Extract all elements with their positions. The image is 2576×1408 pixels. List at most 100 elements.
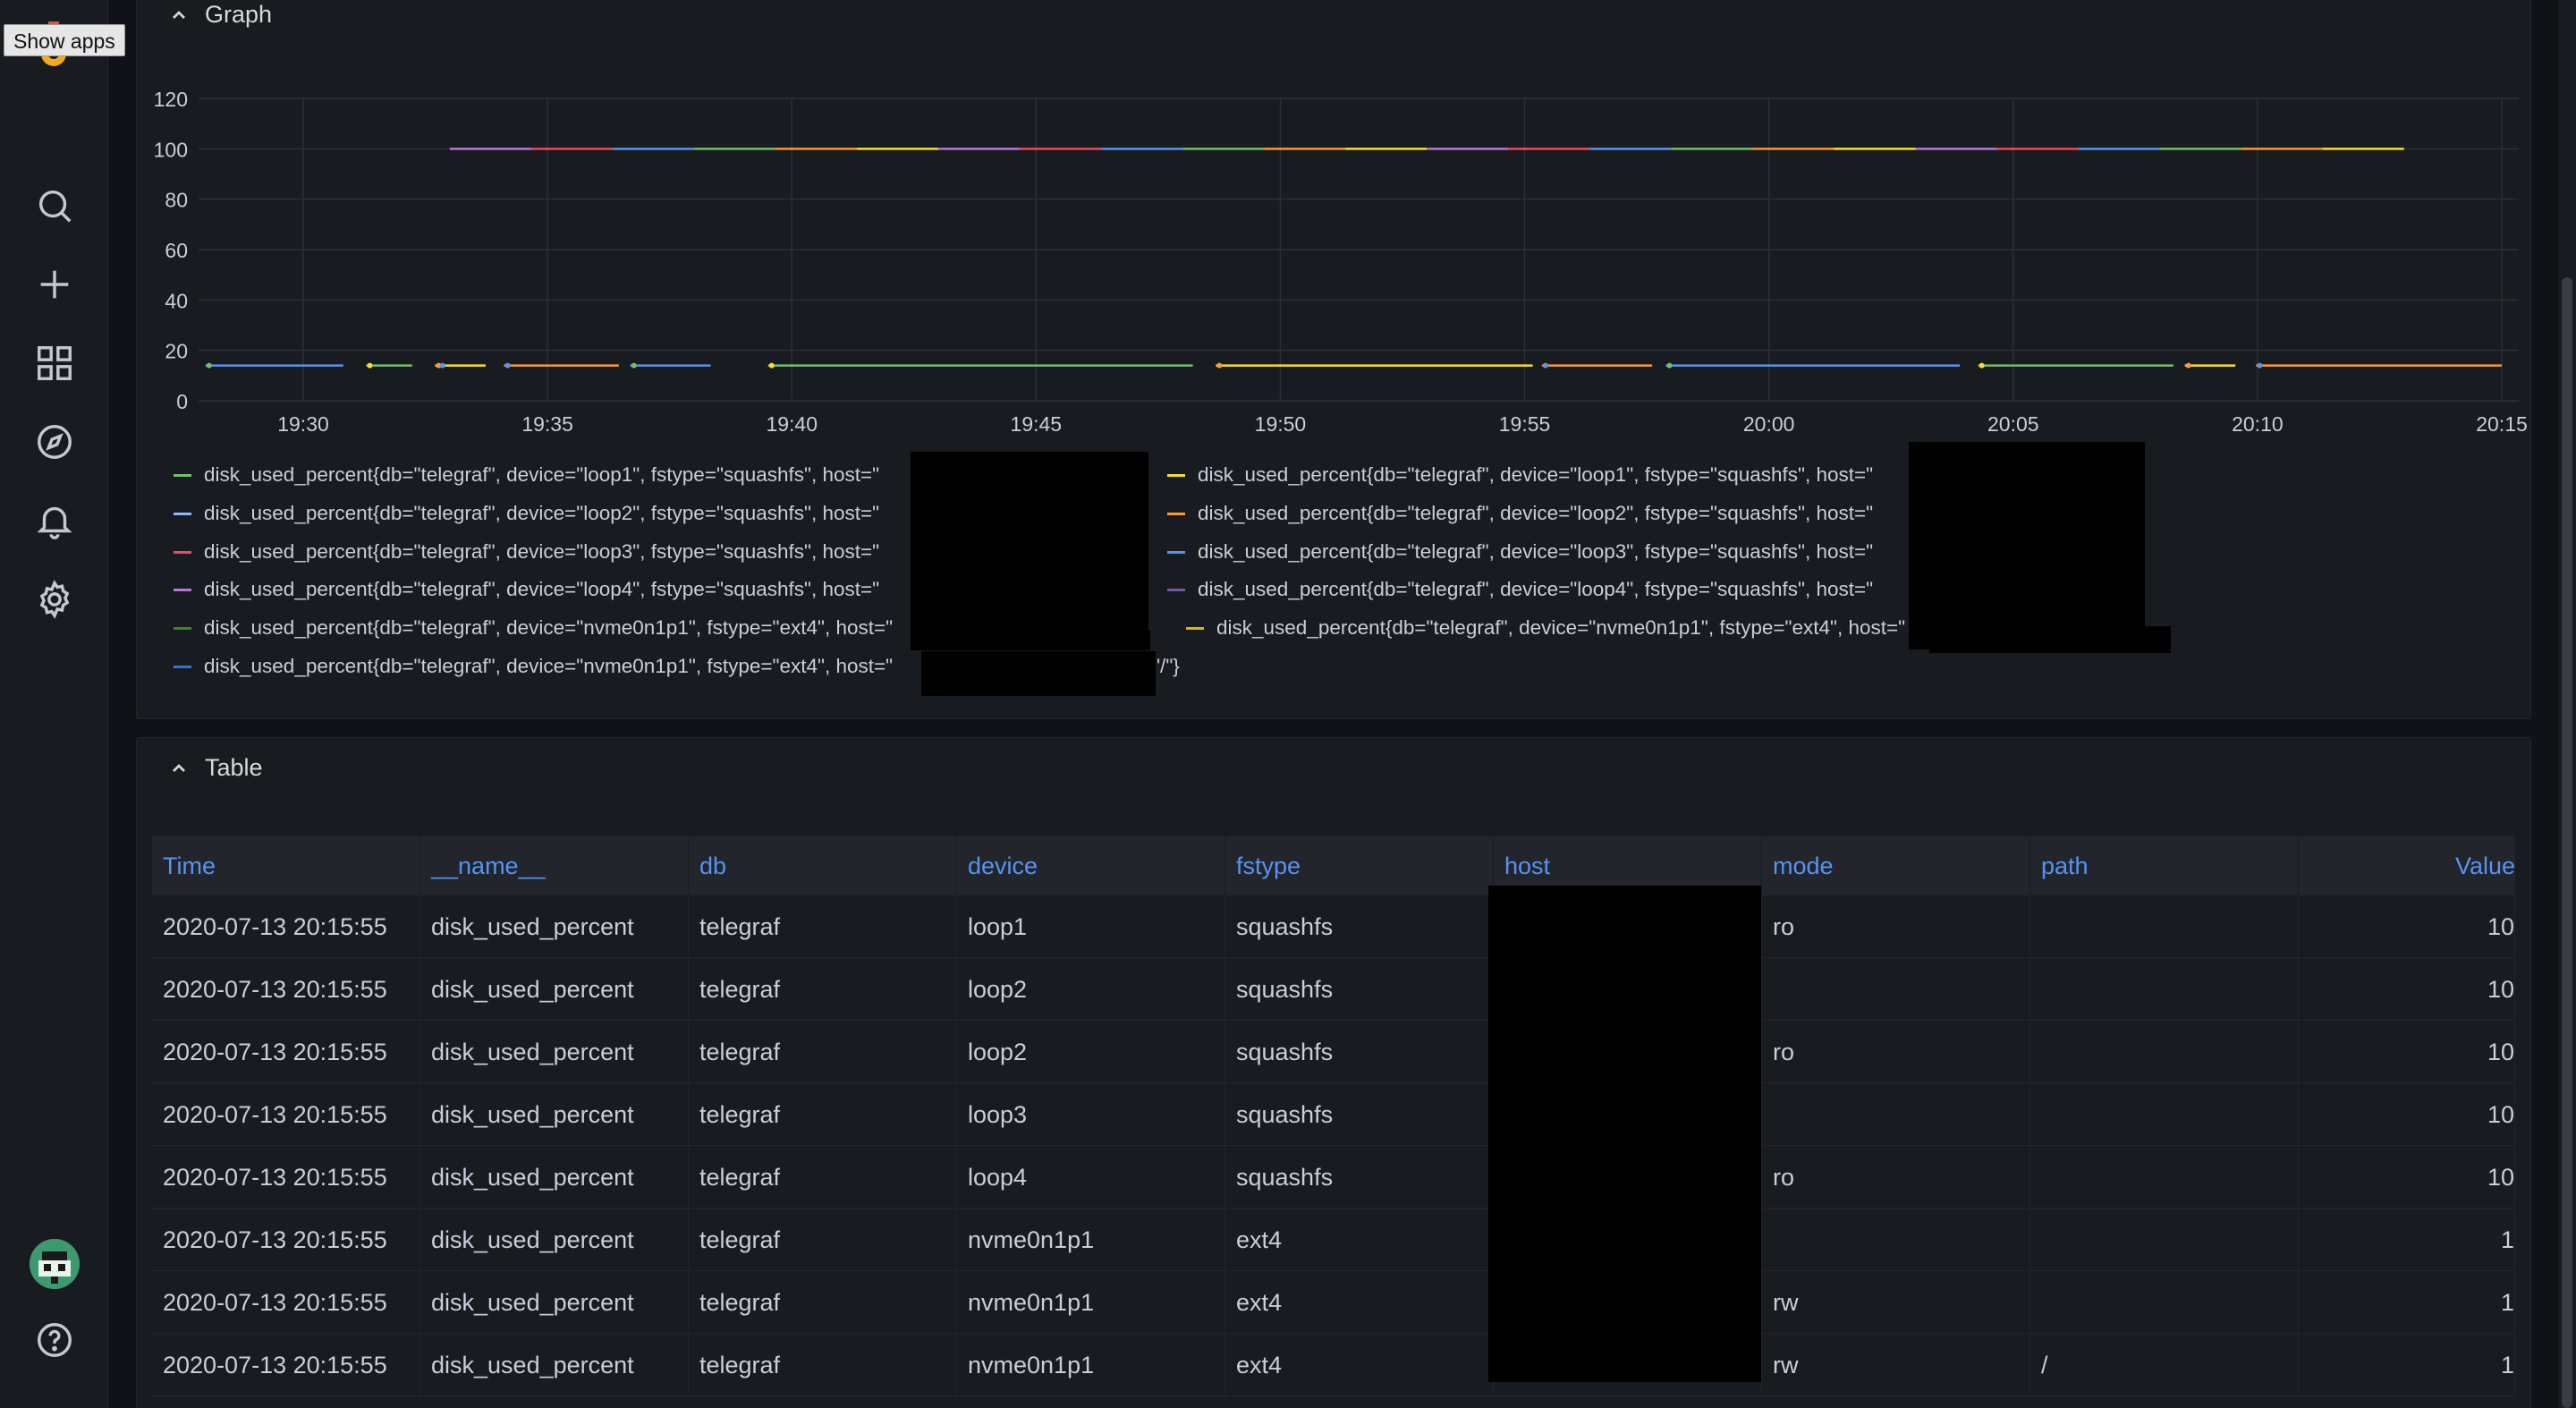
- legend-item[interactable]: disk_used_percent{db="telegraf", device=…: [1167, 461, 1873, 489]
- legend-label: disk_used_percent{db="telegraf", device=…: [1198, 540, 1874, 563]
- y-tick-label: 60: [165, 239, 188, 262]
- table-cell: disk_used_percent: [420, 1271, 689, 1334]
- y-tick-label: 100: [154, 138, 188, 161]
- table-cell: disk_used_percent: [420, 1209, 689, 1271]
- column-header-fstype[interactable]: fstype: [1225, 836, 1494, 895]
- table-cell: [2030, 1271, 2299, 1334]
- alert-bell-icon[interactable]: [32, 498, 77, 543]
- column-header-path[interactable]: path: [2030, 836, 2299, 895]
- legend-swatch: [174, 512, 191, 515]
- table-cell: [2030, 895, 2299, 958]
- table-cell: ext4: [1225, 1209, 1494, 1271]
- legend-swatch: [174, 473, 191, 477]
- table-cell: /: [2030, 1334, 2299, 1396]
- table-cell: 2020-07-13 20:15:55: [152, 895, 420, 958]
- table-row[interactable]: 2020-07-13 20:15:55 disk_used_percent tele…: [152, 1271, 2515, 1334]
- legend-swatch: [1167, 512, 1185, 515]
- redacted-host: [921, 651, 1156, 696]
- table-row[interactable]: 2020-07-13 20:15:55 disk_used_percent tele…: [152, 1021, 2515, 1083]
- table-cell: 1: [2299, 1334, 2515, 1396]
- table-cell: ro: [1762, 895, 2030, 958]
- table-cell: disk_used_percent: [420, 895, 689, 958]
- series-point: [504, 362, 511, 369]
- x-tick-label: 20:15: [2476, 412, 2528, 436]
- table-row[interactable]: 2020-07-13 20:15:55 disk_used_percent tele…: [152, 1146, 2515, 1209]
- legend-item[interactable]: disk_used_percent{db="telegraf", device=…: [174, 614, 893, 642]
- scrollbar-thumb[interactable]: [2562, 277, 2572, 1408]
- table-header: Time __name__ db device fstype host mode path Va…: [152, 836, 2515, 895]
- legend-label: disk_used_percent{db="telegraf", device=…: [204, 540, 880, 563]
- table-cell: [2030, 1021, 2299, 1083]
- legend-item[interactable]: disk_used_percent{db="telegraf", device=…: [1167, 538, 1873, 566]
- help-icon[interactable]: [32, 1318, 77, 1362]
- legend-item[interactable]: disk_used_percent{db="telegraf", device=…: [1167, 575, 1873, 604]
- table-row-header[interactable]: Table: [171, 754, 263, 782]
- x-tick-label: 19:30: [277, 412, 329, 436]
- x-tick-label: 20:00: [1743, 412, 1795, 436]
- legend-item[interactable]: disk_used_percent{db="telegraf", device=…: [174, 652, 893, 681]
- series-point: [2257, 362, 2263, 369]
- table-cell: 10: [2299, 958, 2515, 1021]
- redacted-host: [1929, 626, 2171, 653]
- table-cell: ro: [1762, 1021, 2030, 1083]
- legend-item[interactable]: disk_used_percent{db="telegraf", device=…: [1186, 614, 1905, 642]
- table-cell: [1762, 1209, 2030, 1271]
- graph-chart[interactable]: 0 20 40 60 80 100 120 19:30 19:35 19:40 19:45 19:50…: [0, 0, 2576, 465]
- table-row[interactable]: 2020-07-13 20:15:55 disk_used_percent tele…: [152, 1334, 2515, 1396]
- table-cell: telegraf: [689, 1209, 957, 1271]
- legend-label: disk_used_percent{db="telegraf", device=…: [204, 655, 894, 677]
- table-cell: loop2: [957, 1021, 1225, 1083]
- series-point: [1542, 362, 1548, 369]
- table-row[interactable]: 2020-07-13 20:15:55 disk_used_percent tele…: [152, 958, 2515, 1021]
- legend-item[interactable]: disk_used_percent{db="telegraf", device=…: [174, 575, 879, 604]
- table-cell: [1762, 958, 2030, 1021]
- series-point: [1979, 362, 1985, 369]
- table-cell: squashfs: [1225, 1146, 1494, 1209]
- column-header-time[interactable]: Time: [152, 836, 420, 895]
- table-cell: ext4: [1225, 1334, 1494, 1396]
- table-cell: squashfs: [1225, 895, 1494, 958]
- legend-item[interactable]: disk_used_percent{db="telegraf", device=…: [174, 461, 879, 489]
- legend-swatch: [174, 550, 191, 554]
- column-header-device[interactable]: device: [957, 836, 1225, 895]
- table-row[interactable]: 2020-07-13 20:15:55 disk_used_percent tele…: [152, 895, 2515, 958]
- table-cell: 1: [2299, 1271, 2515, 1334]
- table-cell: 1: [2299, 1209, 2515, 1271]
- redacted-host-column: [1488, 886, 1761, 1382]
- table-cell: telegraf: [689, 958, 957, 1021]
- column-header-mode[interactable]: mode: [1762, 836, 2030, 895]
- y-tick-label: 80: [165, 189, 188, 212]
- table-cell: loop3: [957, 1083, 1225, 1146]
- legend-label: disk_used_percent{db="telegraf", device=…: [1216, 616, 1906, 639]
- table-cell: 2020-07-13 20:15:55: [152, 1209, 420, 1271]
- user-avatar[interactable]: [30, 1239, 80, 1289]
- legend-label: disk_used_percent{db="telegraf", device=…: [204, 578, 880, 600]
- redacted-host: [911, 631, 1150, 650]
- y-tick-label: 120: [154, 88, 188, 111]
- graph-legend: disk_used_percent{db="telegraf", device=…: [174, 461, 2553, 693]
- gear-icon[interactable]: [32, 577, 77, 622]
- table-cell: disk_used_percent: [420, 1083, 689, 1146]
- table-cell: ext4: [1225, 1271, 1494, 1334]
- redacted-host: [1909, 442, 2145, 649]
- legend-item[interactable]: disk_used_percent{db="telegraf", device=…: [174, 538, 879, 566]
- table-cell: disk_used_percent: [420, 1021, 689, 1083]
- table-row[interactable]: 2020-07-13 20:15:55 disk_used_percent tele…: [152, 1209, 2515, 1271]
- table-cell: squashfs: [1225, 1021, 1494, 1083]
- table-row-title: Table: [205, 754, 263, 781]
- table-cell: nvme0n1p1: [957, 1209, 1225, 1271]
- table-cell: 2020-07-13 20:15:55: [152, 1021, 420, 1083]
- legend-item[interactable]: disk_used_percent{db="telegraf", device=…: [1167, 499, 1873, 528]
- series-point: [439, 362, 445, 369]
- table-cell: [1762, 1083, 2030, 1146]
- legend-label: disk_used_percent{db="telegraf", device=…: [1198, 502, 1874, 524]
- series-point: [2185, 362, 2191, 369]
- column-header-db[interactable]: db: [689, 836, 957, 895]
- table-row[interactable]: 2020-07-13 20:15:55 disk_used_percent tele…: [152, 1083, 2515, 1146]
- table-cell: squashfs: [1225, 1083, 1494, 1146]
- y-tick-label: 0: [176, 390, 188, 413]
- column-header-name[interactable]: __name__: [420, 836, 689, 895]
- column-header-value[interactable]: Value: [2299, 836, 2515, 895]
- legend-item[interactable]: disk_used_percent{db="telegraf", device=…: [174, 499, 879, 528]
- table-cell: telegraf: [689, 895, 957, 958]
